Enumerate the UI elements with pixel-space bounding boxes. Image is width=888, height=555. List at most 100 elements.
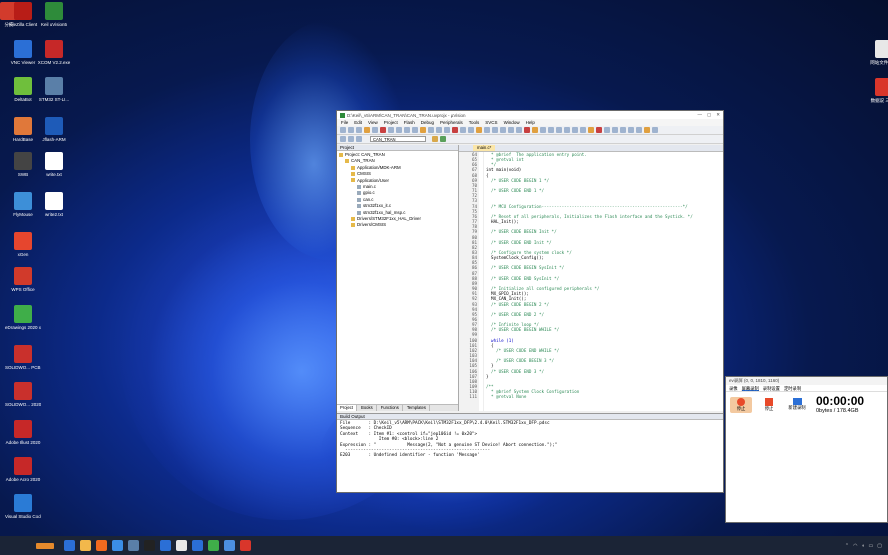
taskbar-app-icon[interactable]	[144, 540, 155, 551]
toolbar-icon[interactable]	[644, 127, 650, 133]
new-record-button[interactable]: 新建录制	[786, 398, 808, 411]
toolbar-icon[interactable]	[436, 127, 442, 133]
build-output-text[interactable]: File : D:\Keil_v5\ARM\PACK\Keil\STM32F1x…	[337, 420, 723, 460]
toolbar-icon[interactable]	[532, 127, 538, 133]
desktop-icon[interactable]: write2.txt	[36, 192, 72, 234]
toolbar-icon[interactable]	[428, 127, 434, 133]
taskbar-app-icon[interactable]	[176, 540, 187, 551]
toolbar-icon[interactable]	[476, 127, 482, 133]
desktop-icon[interactable]: 数据说 三.pdf	[866, 78, 888, 120]
notification-icon[interactable]: ▢	[877, 543, 882, 549]
minimize-icon[interactable]: —	[697, 112, 702, 118]
desktop-icon[interactable]: Adobe Illust 2020	[5, 420, 41, 462]
taskbar-app-icon[interactable]	[112, 540, 123, 551]
recorder-tab[interactable]: 录制设置	[763, 385, 780, 391]
toolbar-icon[interactable]	[636, 127, 642, 133]
desktop-icon[interactable]: XCOM V2.2.exe	[36, 40, 72, 82]
toolbar-icon[interactable]	[612, 127, 618, 133]
tray-chevron-icon[interactable]: ⌃	[845, 543, 849, 549]
toolbar-icon[interactable]	[620, 127, 626, 133]
toolbar-icon[interactable]	[380, 127, 386, 133]
toolbar-icon[interactable]	[396, 127, 402, 133]
toolbar-icon[interactable]	[404, 127, 410, 133]
tree-item[interactable]: Drivers/CMSIS	[339, 222, 456, 228]
toolbar-icon[interactable]	[492, 127, 498, 133]
toolbar-icon[interactable]	[540, 127, 546, 133]
taskbar-app-icon[interactable]	[224, 540, 235, 551]
pane-tab[interactable]: Project	[337, 405, 358, 411]
taskbar-app-icon[interactable]	[80, 540, 91, 551]
desktop-icon[interactable]: Adobe Acro 2020	[5, 457, 41, 499]
maximize-icon[interactable]: ▢	[707, 112, 711, 118]
recorder-titlebar[interactable]: ev录屏 (0, 0, 1810, 1160)	[726, 377, 887, 385]
toolbar-icon[interactable]	[652, 127, 658, 133]
manage-icon[interactable]	[440, 136, 446, 142]
toolbar-icon[interactable]	[572, 127, 578, 133]
toolbar-icon[interactable]	[548, 127, 554, 133]
code-text[interactable]: * @brief The application entry point. * …	[484, 152, 723, 411]
taskbar-app-icon[interactable]	[160, 540, 171, 551]
taskbar-app-icon[interactable]	[192, 540, 203, 551]
battery-icon[interactable]: ▭	[869, 543, 874, 549]
taskbar-app-icon[interactable]	[128, 540, 139, 551]
build-icon[interactable]	[340, 136, 346, 142]
toolbar-icon[interactable]	[556, 127, 562, 133]
recorder-tab[interactable]: 录像	[729, 385, 738, 391]
toolbar-icon[interactable]	[348, 127, 354, 133]
menu-item[interactable]: Peripherals	[440, 120, 463, 125]
pane-tab[interactable]: Templates	[403, 405, 430, 411]
close-icon[interactable]: ✕	[716, 112, 720, 118]
options-icon[interactable]	[432, 136, 438, 142]
toolbar-icon[interactable]	[356, 127, 362, 133]
recorder-tab[interactable]: 定时录制	[784, 385, 801, 391]
toolbar-icon[interactable]	[516, 127, 522, 133]
toolbar-icon[interactable]	[468, 127, 474, 133]
rebuild-icon[interactable]	[348, 136, 354, 142]
menu-item[interactable]: Help	[526, 120, 535, 125]
menu-item[interactable]: View	[368, 120, 378, 125]
toolbar-icon[interactable]	[340, 127, 346, 133]
toolbar-icon[interactable]	[580, 127, 586, 133]
toolbar-icon[interactable]	[596, 127, 602, 133]
pane-tab[interactable]: Books	[358, 405, 377, 411]
toolbar-icon[interactable]	[604, 127, 610, 133]
toolbar-icon[interactable]	[500, 127, 506, 133]
target-select[interactable]: CAN_TRAN	[370, 136, 426, 142]
pane-tab[interactable]: Functions	[377, 405, 403, 411]
volume-icon[interactable]: ◖	[862, 543, 865, 549]
menu-item[interactable]: SVCS	[485, 120, 497, 125]
menu-item[interactable]: Tools	[469, 120, 480, 125]
toolbar-icon[interactable]	[628, 127, 634, 133]
taskbar-app-icon[interactable]	[240, 540, 251, 551]
download-icon[interactable]	[356, 136, 362, 142]
desktop-icon[interactable]: WPS Office	[5, 267, 41, 309]
code-line[interactable]: * @retval None	[486, 394, 723, 399]
keil-titlebar[interactable]: D:\Keil\_v5\ARM\CAN_TRAN\CAN_TRAN.uvproj…	[337, 111, 723, 119]
toolbar-icon[interactable]	[484, 127, 490, 133]
menu-item[interactable]: File	[341, 120, 348, 125]
menu-item[interactable]: Project	[384, 120, 398, 125]
weather-widget[interactable]	[36, 542, 54, 549]
recorder-tab[interactable]: 屏幕录制	[741, 385, 759, 391]
wifi-icon[interactable]: ◠	[853, 543, 857, 549]
menu-item[interactable]: Flash	[404, 120, 415, 125]
toolbar-icon[interactable]	[564, 127, 570, 133]
menu-item[interactable]: Debug	[421, 120, 434, 125]
toolbar-icon[interactable]	[508, 127, 514, 133]
desktop-icon[interactable]: Visual Studio Code	[5, 494, 41, 536]
desktop-icon[interactable]: STM32 ST-LI...	[36, 77, 72, 119]
taskbar-app-icon[interactable]	[96, 540, 107, 551]
toolbar-icon[interactable]	[420, 127, 426, 133]
desktop-icon[interactable]: eDrawings 2020 x6...	[5, 305, 41, 347]
menu-item[interactable]: Window	[504, 120, 520, 125]
stop-button[interactable]: 停止	[730, 396, 752, 413]
toolbar-icon[interactable]	[444, 127, 450, 133]
menu-item[interactable]: Edit	[354, 120, 362, 125]
desktop-icon[interactable]: write.txt	[36, 152, 72, 194]
pause-button[interactable]: 停止	[758, 397, 780, 412]
desktop-icon[interactable]: SOLIDWO... PCB 2020	[5, 345, 41, 387]
code-line[interactable]: /* Reset of all peripherals, Initializes…	[486, 214, 723, 219]
taskbar-app-icon[interactable]	[64, 540, 75, 551]
toolbar-icon[interactable]	[388, 127, 394, 133]
editor-tab-main[interactable]: main.c*	[473, 145, 496, 151]
